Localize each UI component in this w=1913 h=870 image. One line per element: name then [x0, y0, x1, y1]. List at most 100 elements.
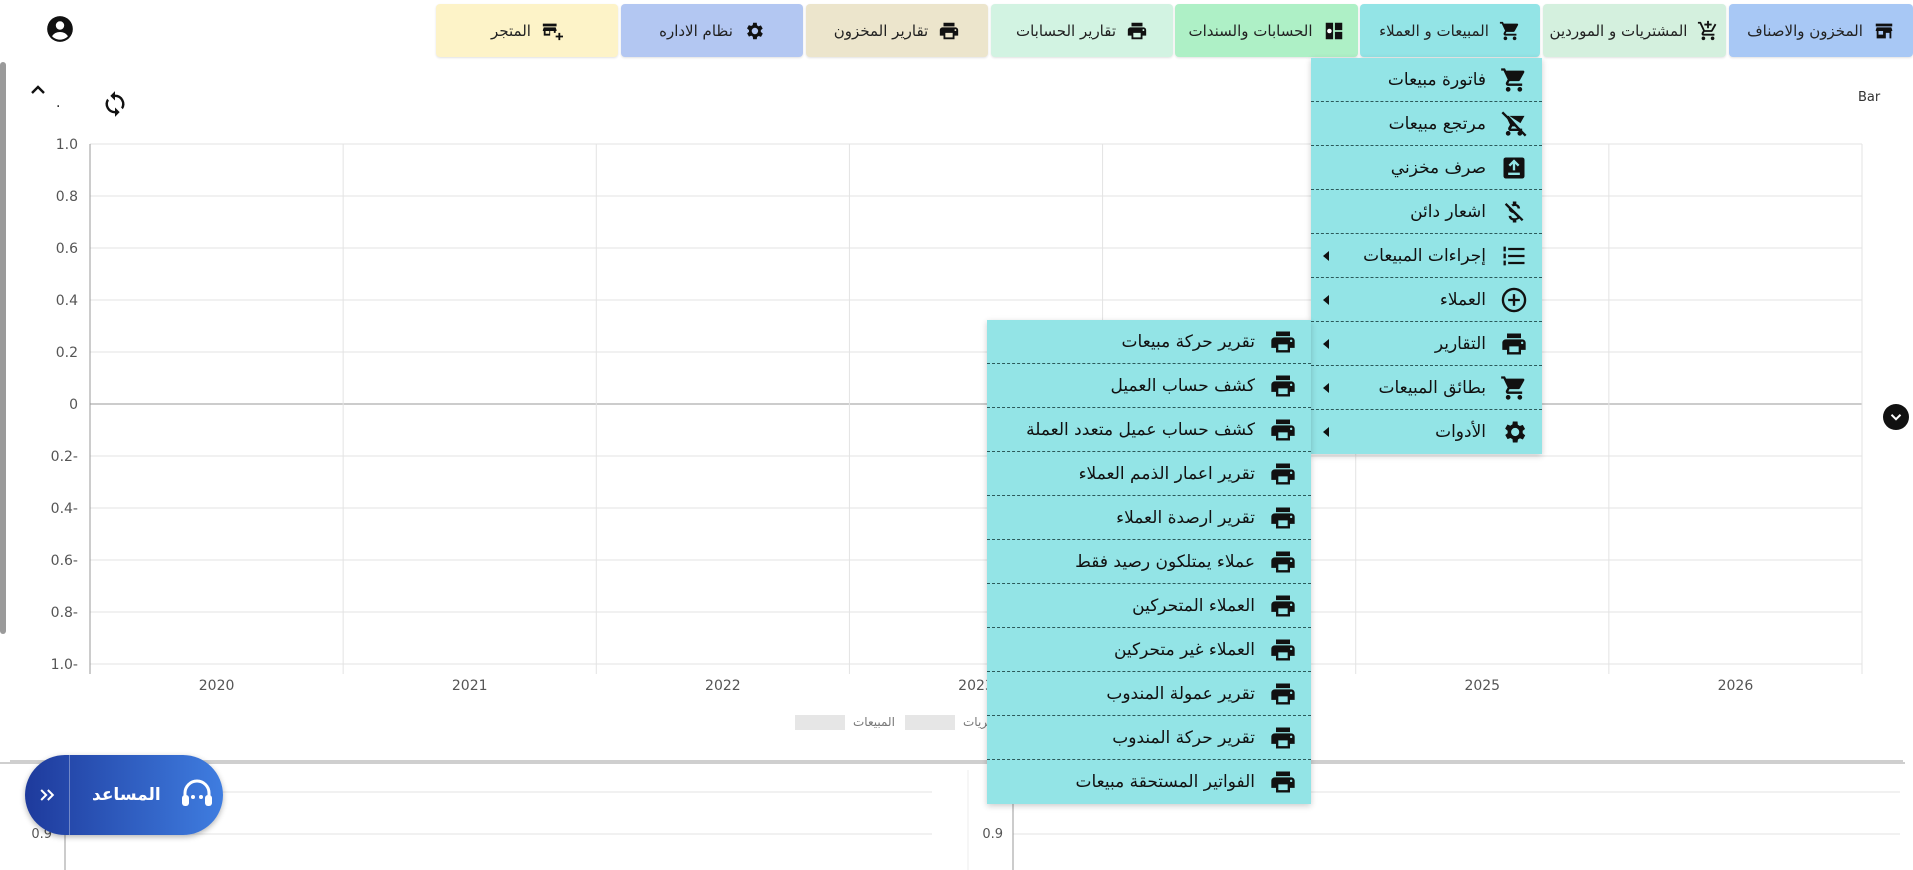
- reports-menu-item-label: كشف حساب عميل متعدد العملة: [1026, 419, 1255, 440]
- top-navigation: المخزون والاصناف المشتريات و الموردين ال…: [0, 0, 1913, 60]
- print-icon: [1271, 419, 1295, 440]
- sales-menu-item[interactable]: فاتورة مبيعات: [1311, 58, 1542, 102]
- print-icon: [1271, 507, 1295, 528]
- caret-left-icon: [1323, 427, 1329, 437]
- print-icon: [1271, 551, 1295, 572]
- nav-store-button[interactable]: المتجر: [436, 4, 618, 57]
- reports-submenu: تقرير حركة مبيعات كشف حساب العميل كشف حساب…: [987, 320, 1311, 804]
- sales-menu-item-label: بطائق المبيعات: [1378, 377, 1486, 398]
- page-scrollbar[interactable]: [0, 62, 6, 634]
- sales-menu-item-label: إجراءات المبيعات: [1363, 245, 1486, 266]
- reports-menu-item-label: تقرير عمولة المندوب: [1106, 683, 1255, 704]
- sales-menu-item-label: التقارير: [1434, 333, 1486, 354]
- sales-menu-item-label: العملاء: [1439, 289, 1486, 310]
- reports-menu-item[interactable]: كشف حساب العميل: [987, 364, 1311, 408]
- reports-menu-item-label: تقرير اعمار الذمم العملاء: [1078, 463, 1255, 484]
- reports-menu-item[interactable]: العملاء غير متحركين: [987, 628, 1311, 672]
- sales-menu-item[interactable]: مرتجع مبيعات: [1311, 102, 1542, 146]
- nav-inventory-label: المخزون والاصناف: [1747, 21, 1863, 40]
- reports-menu-item-label: الفواتير المستحقة مبيعات: [1075, 772, 1255, 792]
- reports-menu-item[interactable]: تقرير ارصدة العملاء: [987, 496, 1311, 540]
- cart-icon: [1501, 375, 1525, 400]
- reports-menu-item-label: العملاء المتحركين: [1132, 595, 1255, 616]
- reports-menu-item-label: كشف حساب العميل: [1110, 375, 1255, 396]
- nav-admin-button[interactable]: نظام الاداره: [621, 4, 803, 57]
- reports-menu-item[interactable]: تقرير حركة مبيعات: [987, 320, 1311, 364]
- chart-card: [10, 62, 1903, 762]
- reports-menu-item[interactable]: الفواتير المستحقة مبيعات: [987, 760, 1311, 804]
- nav-inventory-reports-label: تقارير المخزون: [833, 21, 929, 40]
- sales-menu-item[interactable]: بطائق المبيعات: [1311, 366, 1542, 410]
- cart-icon: [1501, 67, 1525, 92]
- reports-menu-item-label: تقرير ارصدة العملاء: [1116, 507, 1255, 528]
- gear-icon: [746, 22, 763, 39]
- sales-dropdown-menu: فاتورة مبيعات مرتجع مبيعات صرف مخزني اشعار …: [1311, 58, 1542, 454]
- sales-menu-item-label: صرف مخزني: [1390, 157, 1486, 178]
- reports-menu-item[interactable]: كشف حساب عميل متعدد العملة: [987, 408, 1311, 452]
- nav-store-label: المتجر: [491, 21, 531, 40]
- print-icon: [1271, 639, 1295, 660]
- reports-menu-item-label: عملاء يمتلكون رصيد فقط: [1075, 551, 1255, 572]
- account-circle-icon[interactable]: [46, 15, 74, 43]
- nav-purchases-button[interactable]: المشتريات و الموردين: [1543, 4, 1726, 57]
- reports-menu-item[interactable]: تقرير حركة المندوب: [987, 716, 1311, 760]
- reports-menu-item-label: تقرير حركة المندوب: [1112, 727, 1255, 748]
- nav-accounts-label: الحسابات والسندات: [1188, 21, 1313, 40]
- sales-menu-item[interactable]: التقارير: [1311, 322, 1542, 366]
- chart-dot-text: .: [56, 95, 61, 111]
- sales-menu-item-label: فاتورة مبيعات: [1387, 69, 1486, 90]
- print-icon: [940, 22, 959, 39]
- double-chevron-icon: [40, 789, 55, 801]
- reports-menu-item-label: العملاء غير متحركين: [1113, 639, 1255, 660]
- print-icon: [1127, 22, 1147, 39]
- print-icon: [1502, 333, 1526, 354]
- lower-y-tick-label: 0.9: [982, 827, 1003, 842]
- caret-left-icon: [1323, 294, 1329, 305]
- print-icon: [1271, 331, 1295, 352]
- gear-icon: [1505, 421, 1526, 443]
- assistant-button[interactable]: المساعد: [25, 755, 223, 835]
- nav-accounts-reports-button[interactable]: تقارير الحسابات: [991, 4, 1173, 57]
- chevron-up-icon[interactable]: [26, 78, 50, 102]
- caret-left-icon: [1323, 338, 1329, 349]
- reports-menu-item[interactable]: العملاء المتحركين: [987, 584, 1311, 628]
- print-icon: [1271, 595, 1295, 616]
- nav-inventory-button[interactable]: المخزون والاصناف: [1729, 4, 1913, 57]
- nav-purchases-label: المشتريات و الموردين: [1549, 21, 1688, 40]
- scroll-down-button[interactable]: [1883, 404, 1909, 430]
- sales-menu-item[interactable]: الأدوات: [1311, 410, 1542, 454]
- reports-menu-item[interactable]: عملاء يمتلكون رصيد فقط: [987, 540, 1311, 584]
- nav-inventory-reports-button[interactable]: تقارير المخزون: [806, 4, 988, 57]
- cart-icon: [1499, 21, 1519, 40]
- assistant-label: المساعد: [92, 785, 161, 805]
- sales-menu-item[interactable]: العملاء: [1311, 278, 1542, 322]
- reports-menu-item-label: تقرير حركة مبيعات: [1121, 331, 1255, 352]
- warehouse-out-icon: [1503, 157, 1525, 178]
- accounts-icon: [1325, 22, 1342, 39]
- sales-menu-item[interactable]: اشعار دائن: [1311, 190, 1542, 234]
- reports-menu-item[interactable]: تقرير عمولة المندوب: [987, 672, 1311, 716]
- sales-menu-item[interactable]: إجراءات المبيعات: [1311, 234, 1542, 278]
- nav-accounts-button[interactable]: الحسابات والسندات: [1175, 4, 1358, 57]
- nav-sales-label: المبيعات و العملاء: [1379, 21, 1489, 40]
- reports-menu-item[interactable]: تقرير اعمار الذمم العملاء: [987, 452, 1311, 496]
- headset-icon: [181, 779, 212, 806]
- caret-left-icon: [1323, 382, 1329, 393]
- money-off-icon: [1504, 201, 1524, 222]
- sales-menu-item-label: الأدوات: [1435, 422, 1486, 442]
- chevron-down-icon: [1890, 414, 1902, 421]
- list-numbered-icon: [1503, 246, 1525, 265]
- sales-menu-item[interactable]: صرف مخزني: [1311, 146, 1542, 190]
- refresh-icon[interactable]: [101, 90, 129, 118]
- store-add-icon: [542, 23, 563, 40]
- sales-menu-item-label: مرتجع مبيعات: [1388, 113, 1486, 134]
- nav-sales-button[interactable]: المبيعات و العملاء: [1360, 4, 1540, 57]
- nav-accounts-reports-label: تقارير الحسابات: [1015, 21, 1117, 40]
- print-icon: [1271, 375, 1295, 396]
- cart-add-icon: [1698, 20, 1717, 40]
- chart-type-label: Bar: [1858, 90, 1881, 105]
- print-icon: [1271, 463, 1295, 484]
- caret-left-icon: [1323, 250, 1329, 261]
- assistant-expand-button[interactable]: [25, 755, 70, 835]
- cart-off-icon: [1501, 111, 1527, 136]
